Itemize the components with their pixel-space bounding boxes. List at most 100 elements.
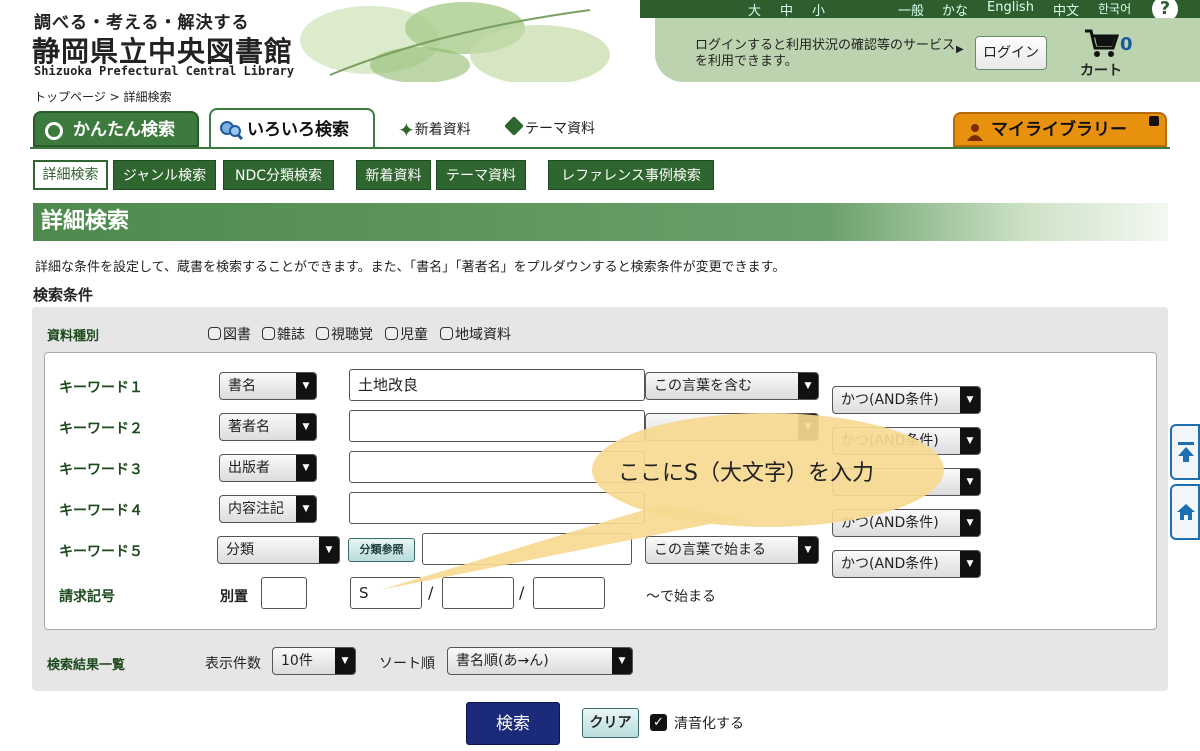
page-title: 詳細検索 — [33, 203, 1168, 241]
material-checkbox-local[interactable]: 地域資料 — [440, 324, 511, 344]
subnav-new-items[interactable]: 新着資料 — [356, 160, 431, 190]
subnav-genre-search[interactable]: ジャンル検索 — [113, 160, 216, 190]
search-button[interactable]: 検索 — [466, 702, 560, 745]
lang-general[interactable]: 一般 — [898, 0, 924, 19]
call-number-suffix: 〜で始まる — [646, 589, 716, 605]
keyword-field-select-4[interactable]: 内容注記 ▼ — [219, 495, 317, 523]
home-button[interactable] — [1170, 484, 1200, 540]
slash-separator: / — [428, 583, 434, 602]
normalize-label: 清音化する — [674, 716, 744, 732]
keyword-logic-select-1[interactable]: かつ(AND条件) ▼ — [832, 386, 981, 414]
tab-simple-search-label: かんたん検索 — [73, 120, 175, 140]
lang-kana[interactable]: かな — [942, 0, 968, 19]
sort-label: ソート順 — [379, 656, 435, 672]
home-icon — [1177, 504, 1195, 520]
dropdown-arrow-icon: ▼ — [296, 373, 316, 399]
keyword-input-2[interactable] — [349, 410, 645, 442]
call-number-input-1[interactable]: S — [350, 577, 422, 609]
lang-english[interactable]: English — [987, 0, 1034, 15]
lang-korean[interactable]: 한국어 — [1098, 0, 1131, 17]
results-count-label: 表示件数 — [205, 656, 261, 672]
login-message: ログインすると利用状況の確認等のサービスを利用できます。 — [695, 38, 956, 69]
subnav-reference-search[interactable]: レファレンス事例検索 — [548, 160, 714, 190]
tab-new-items[interactable]: ✦新着資料 — [398, 118, 471, 142]
dropdown-arrow-icon: ▼ — [960, 428, 980, 454]
keyword-input-5[interactable] — [422, 533, 632, 565]
separate-input[interactable] — [261, 577, 307, 609]
call-number-label: 請求記号 — [59, 589, 115, 605]
material-checkbox-av[interactable]: 視聴覚 — [316, 324, 373, 344]
library-logo-en: Shizuoka Prefectural Central Library — [34, 64, 295, 78]
dropdown-arrow-icon: ▼ — [960, 551, 980, 577]
dropdown-arrow-icon: ▼ — [960, 510, 980, 536]
tab-my-library[interactable]: マイライブラリー — [953, 112, 1167, 147]
dropdown-arrow-icon: ▼ — [296, 455, 316, 481]
user-icon — [967, 124, 983, 141]
clear-button[interactable]: クリア — [582, 708, 639, 738]
material-checkbox-magazine[interactable]: 雑誌 — [262, 324, 305, 344]
keyword-label-3: キーワード３ — [59, 462, 143, 478]
keyword-field-select-1[interactable]: 書名 ▼ — [219, 372, 317, 400]
dropdown-arrow-icon: ▼ — [335, 648, 355, 674]
keyword-label-4: キーワード４ — [59, 503, 143, 519]
subnav-ndc-search[interactable]: NDC分類検索 — [223, 160, 334, 190]
tab-theme-items-label: テーマ資料 — [525, 121, 595, 137]
keyword-input-3[interactable] — [349, 451, 645, 483]
keyword-logic-select-2[interactable]: かつ(AND条件) ▼ — [832, 427, 981, 455]
top-bar: 大 中 小 一般 かな English 中文 한국어 — [640, 0, 1200, 19]
material-checkbox-children[interactable]: 児童 — [385, 324, 428, 344]
keyword-field-select-5[interactable]: 分類 ▼ — [217, 536, 340, 564]
keyword-field-select-3[interactable]: 出版者 ▼ — [219, 454, 317, 482]
results-label: 検索結果一覧 — [47, 658, 126, 673]
call-number-input-3[interactable] — [533, 577, 605, 609]
tag-icon — [504, 116, 524, 136]
sort-select[interactable]: 書名順(あ→ん) ▼ — [447, 647, 633, 675]
font-size-small[interactable]: 小 — [812, 0, 825, 19]
cart-count: 0 — [1120, 34, 1133, 55]
normalize-checkbox[interactable]: ✓ — [650, 714, 667, 731]
separate-label: 別置 — [220, 589, 248, 605]
dropdown-arrow-icon: ▼ — [960, 387, 980, 413]
tab-theme-items[interactable]: テーマ資料 — [504, 116, 595, 138]
login-button[interactable]: ログイン — [975, 36, 1047, 70]
keyword-input-4[interactable] — [349, 492, 645, 524]
leaf-decoration — [300, 2, 610, 82]
dropdown-arrow-icon: ▼ — [798, 537, 818, 563]
dropdown-arrow-icon: ▼ — [798, 373, 818, 399]
breadcrumb[interactable]: トップページ > 詳細検索 — [34, 88, 171, 105]
page-description: 詳細な条件を設定して、蔵書を検索することができます。また、「書名」「著者名」をプ… — [35, 260, 786, 275]
keyword-match-select-2[interactable]: ▼ — [645, 413, 819, 441]
tab-various-search-label: いろいろ検索 — [247, 120, 349, 140]
keyword-match-select-5[interactable]: この言葉で始まる ▼ — [645, 536, 819, 564]
tab-simple-search[interactable]: かんたん検索 — [33, 111, 199, 147]
keyword-input-1[interactable]: 土地改良 — [349, 369, 645, 401]
tab-my-library-label: マイライブラリー — [991, 120, 1127, 140]
material-checkbox-book[interactable]: 図書 — [208, 324, 251, 344]
conditions-title: 検索条件 — [33, 286, 94, 304]
keyword-label-5: キーワード５ — [59, 544, 143, 560]
dropdown-arrow-icon: ▼ — [798, 414, 818, 440]
subnav-detail-search[interactable]: 詳細検索 — [33, 160, 108, 190]
tab-divider — [30, 147, 1170, 149]
cart-icon[interactable] — [1083, 28, 1119, 58]
keyword-field-select-2[interactable]: 著者名 ▼ — [219, 413, 317, 441]
call-number-input-2[interactable] — [442, 577, 514, 609]
dropdown-arrow-icon: ▼ — [612, 648, 632, 674]
font-size-large[interactable]: 大 — [748, 0, 761, 19]
results-count-select[interactable]: 10件 ▼ — [272, 647, 356, 675]
lock-icon — [1149, 116, 1159, 126]
material-type-label: 資料種別 — [47, 329, 100, 344]
keyword-label-1: キーワード１ — [59, 380, 143, 396]
lang-chinese[interactable]: 中文 — [1053, 0, 1079, 19]
subnav-theme-items[interactable]: テーマ資料 — [436, 160, 526, 190]
keyword-match-select-1[interactable]: この言葉を含む ▼ — [645, 372, 819, 400]
classification-reference-button[interactable]: 分類参照 — [348, 538, 415, 562]
tab-various-search[interactable]: いろいろ検索 — [209, 108, 375, 148]
search-icon — [45, 122, 63, 140]
cart-label[interactable]: カート — [1080, 60, 1122, 80]
keyword-logic-select-5[interactable]: かつ(AND条件) ▼ — [832, 550, 981, 578]
keyword-logic-select-4[interactable]: かつ(AND条件) ▼ — [832, 509, 981, 537]
scroll-top-button[interactable] — [1170, 424, 1200, 480]
font-size-medium[interactable]: 中 — [780, 0, 793, 19]
magnifier-icon — [220, 121, 243, 140]
